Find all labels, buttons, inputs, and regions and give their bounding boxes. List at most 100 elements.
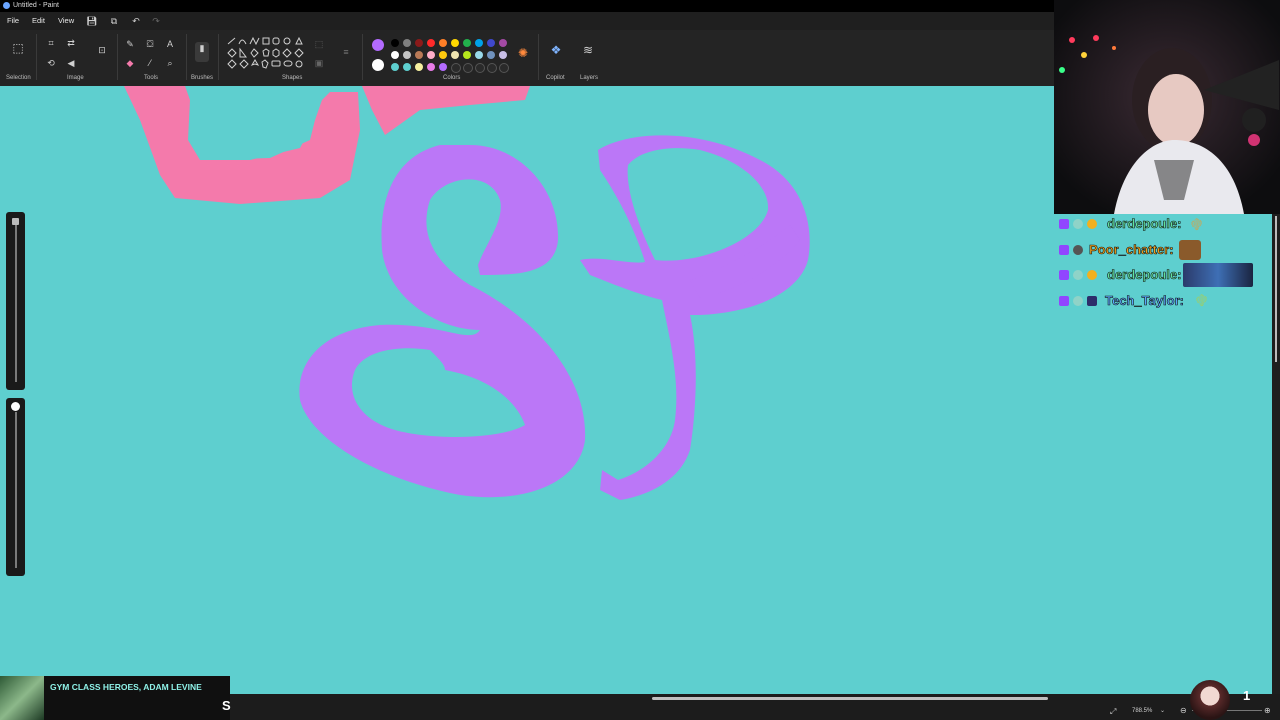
drawing-canvas[interactable]	[0, 86, 1054, 694]
palette-swatch[interactable]	[463, 63, 473, 73]
palette-swatch[interactable]	[439, 39, 447, 47]
now-playing-song: S	[222, 698, 231, 713]
primary-color[interactable]	[372, 39, 384, 51]
slider-handle[interactable]	[11, 402, 20, 411]
palette-swatch[interactable]	[391, 63, 399, 71]
group-label-brushes: Brushes	[191, 75, 214, 81]
edit-colors-icon[interactable]: ✺	[517, 47, 529, 59]
palette-swatch[interactable]	[499, 63, 509, 73]
divider	[538, 34, 539, 80]
secondary-color[interactable]	[372, 59, 384, 71]
group-label-image: Image	[67, 75, 84, 81]
palette-swatch[interactable]	[403, 63, 411, 71]
image-select-icon[interactable]: ⊡	[96, 44, 108, 56]
palette-swatch[interactable]	[475, 63, 485, 73]
palette-swatch[interactable]	[439, 51, 447, 59]
cloud-badge-icon	[1073, 270, 1083, 280]
brush-size-slider[interactable]	[6, 212, 25, 390]
outline-icon[interactable]: ⬚	[313, 38, 325, 50]
fill-shape-icon[interactable]: ▣	[313, 57, 325, 69]
palette-swatch[interactable]	[463, 51, 471, 59]
magnifier-icon[interactable]: ⌕	[164, 57, 176, 69]
image-emote	[1183, 263, 1253, 287]
group-label-tools: Tools	[144, 75, 159, 81]
palette-swatch[interactable]	[403, 51, 411, 59]
share-icon[interactable]: ⧉	[108, 15, 120, 27]
palette-swatch[interactable]	[475, 39, 483, 47]
palette-swatch[interactable]	[487, 51, 495, 59]
crop-icon[interactable]: ⌗	[45, 37, 57, 49]
selection-icon[interactable]: ⬚	[12, 42, 24, 54]
undo-icon[interactable]: ↶	[130, 15, 142, 27]
shapes-gallery[interactable]	[226, 36, 306, 74]
smiley-badge-icon	[1087, 219, 1097, 229]
zoom-in-icon[interactable]: ⊕	[1264, 706, 1271, 715]
zoom-level[interactable]: 788.5%	[1132, 708, 1152, 714]
copilot-icon[interactable]: ❖	[550, 44, 562, 56]
square-badge-icon	[1087, 296, 1097, 306]
chat-username: derdepoule:	[1107, 216, 1182, 232]
palette-swatch[interactable]	[391, 51, 399, 59]
menu-file[interactable]: File	[7, 16, 19, 25]
menu-edit[interactable]: Edit	[32, 16, 45, 25]
flip-icon[interactable]: ◀	[65, 57, 77, 69]
chat-message: Tech_Taylor: 🌵︎	[1057, 291, 1257, 311]
zoom-out-icon[interactable]: ⊖	[1180, 706, 1187, 715]
resize-icon[interactable]: ⇄	[65, 37, 77, 49]
eraser-icon[interactable]: ◆	[124, 57, 136, 69]
palette-swatch[interactable]	[499, 39, 507, 47]
palette-swatch[interactable]	[391, 39, 399, 47]
letter-p	[580, 135, 810, 501]
twitch-badge-icon	[1059, 270, 1069, 280]
dark-badge-icon	[1073, 245, 1083, 255]
palette-swatch[interactable]	[463, 39, 471, 47]
palette-swatch[interactable]	[427, 51, 435, 59]
pencil-icon[interactable]: ✎	[124, 38, 136, 50]
fill-icon[interactable]: ⛋	[144, 38, 156, 50]
overlay-counter: 1	[1243, 688, 1251, 703]
slider-track	[15, 412, 17, 568]
palette-swatch[interactable]	[487, 63, 497, 73]
twitch-badge-icon	[1059, 296, 1069, 306]
palette-swatch[interactable]	[451, 39, 459, 47]
palette-swatch[interactable]	[415, 51, 423, 59]
palette-swatch[interactable]	[451, 63, 461, 73]
palette-swatch[interactable]	[451, 51, 459, 59]
text-icon[interactable]: A	[164, 38, 176, 50]
webcam-feed-image	[1054, 0, 1280, 214]
divider	[117, 34, 118, 80]
vertical-scrollbar[interactable]	[1272, 214, 1280, 694]
palette-swatch[interactable]	[427, 63, 435, 71]
scrollbar-thumb[interactable]	[1275, 216, 1277, 362]
layers-icon[interactable]: ≋	[582, 44, 594, 56]
zoom-dropdown-icon[interactable]: ⌄	[1160, 707, 1165, 714]
opacity-slider[interactable]	[6, 398, 25, 576]
palette-swatch[interactable]	[403, 39, 411, 47]
horizontal-scrollbar-thumb[interactable]	[652, 697, 1048, 700]
rotate-icon[interactable]: ⟲	[45, 57, 57, 69]
brush-icon[interactable]: ▮	[195, 42, 209, 62]
now-playing-widget: GYM CLASS HEROES, ADAM LEVINE S	[0, 676, 231, 720]
twitch-badge-icon	[1059, 219, 1069, 229]
palette-swatch[interactable]	[415, 63, 423, 71]
chat-username: Tech_Taylor:	[1105, 293, 1185, 309]
redo-icon[interactable]: ↷	[150, 15, 162, 27]
chat-message: Poor_chatter:	[1057, 240, 1257, 260]
palette-swatch[interactable]	[439, 63, 447, 71]
divider	[218, 34, 219, 80]
letter-s	[299, 145, 586, 498]
palette-swatch[interactable]	[499, 51, 507, 59]
save-icon[interactable]: 💾︎	[86, 15, 98, 27]
palette-swatch[interactable]	[427, 39, 435, 47]
slider-handle[interactable]	[12, 218, 19, 225]
ribbon-toolbar: ⬚ Selection ⌗ ⇄ ⊡ ⟲ ◀ Image ✎ ⛋ A ◆ ⁄ ⌕ …	[0, 30, 1054, 86]
stroke-size-icon[interactable]: ≡	[340, 46, 352, 58]
color-picker-icon[interactable]: ⁄	[144, 57, 156, 69]
menu-view[interactable]: View	[58, 16, 74, 25]
palette-swatch[interactable]	[415, 39, 423, 47]
palette-swatch[interactable]	[487, 39, 495, 47]
title-bar: Untitled - Paint	[0, 0, 1054, 12]
fit-icon[interactable]: ⤢	[1110, 707, 1116, 717]
palette-swatch[interactable]	[475, 51, 483, 59]
canvas-artwork	[124, 86, 810, 501]
